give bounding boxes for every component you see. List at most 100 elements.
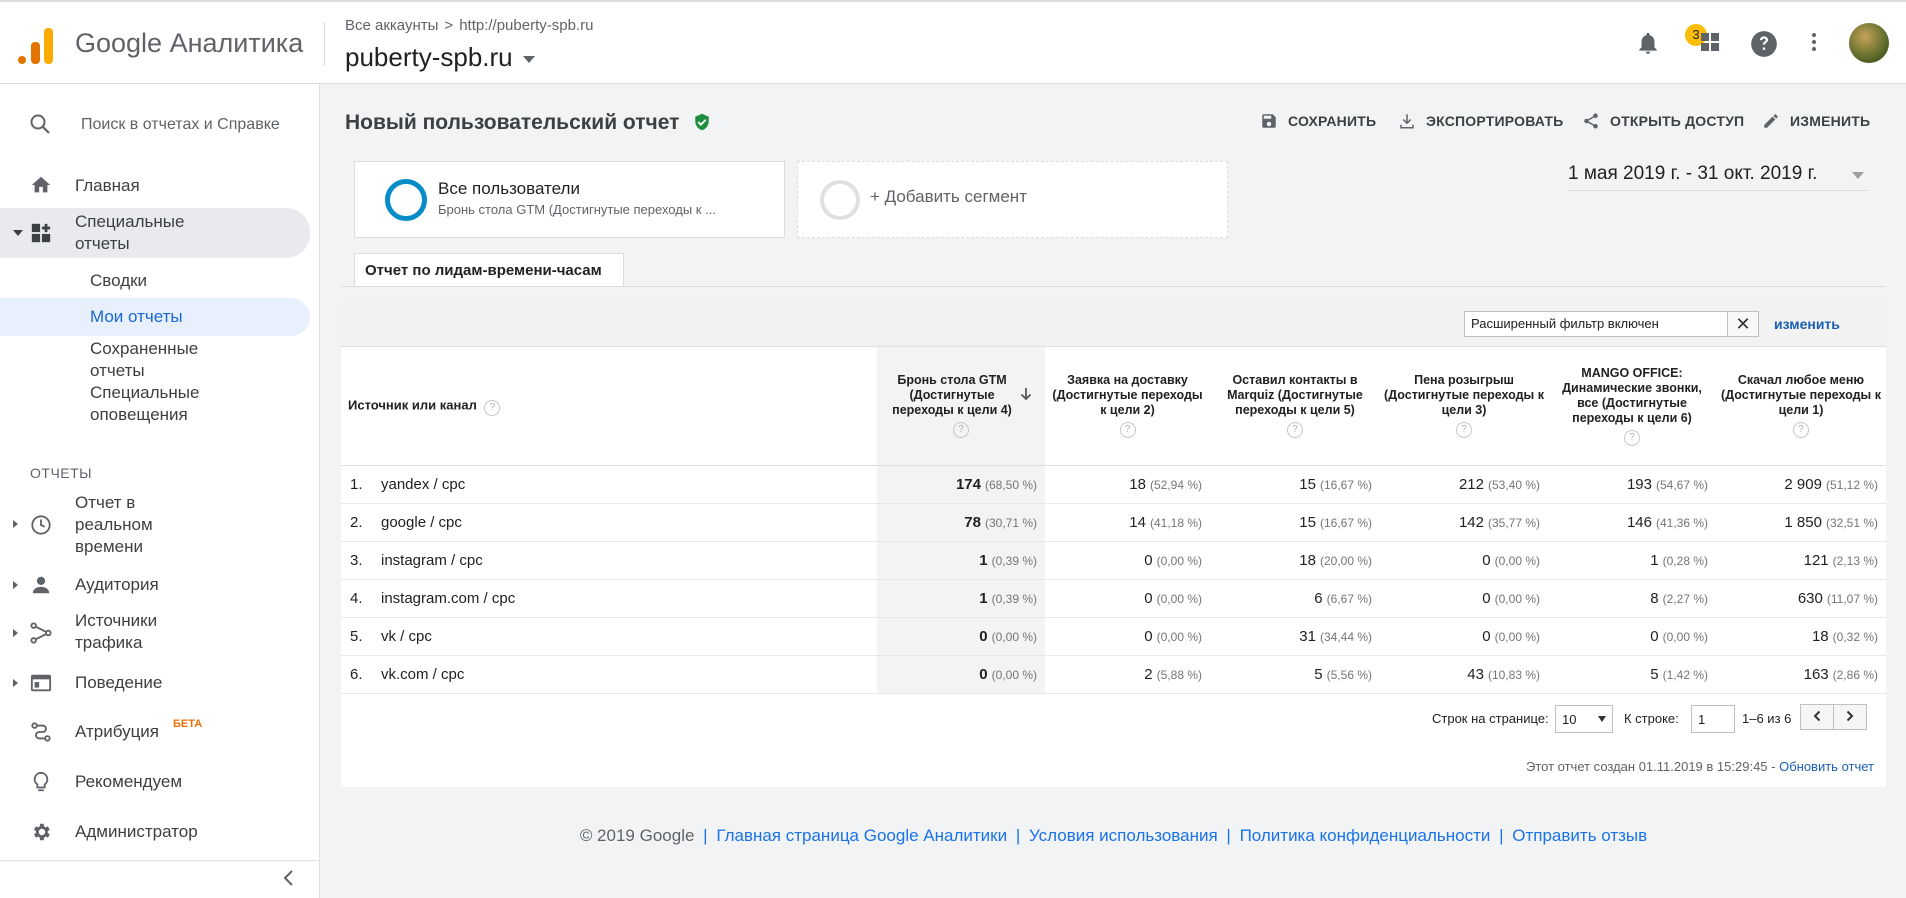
sidebar-subitem-summaries[interactable]: Сводки [0, 266, 310, 296]
sidebar-subitem-my-reports[interactable]: Мои отчеты [0, 298, 310, 336]
breadcrumb-all-accounts[interactable]: Все аккаунты [345, 17, 438, 34]
help-question-icon[interactable]: ? [1624, 429, 1640, 446]
created-text: Этот отчет создан 01.11.2019 в 15:29:45 … [1525, 759, 1776, 774]
source-medium-link[interactable]: yandex / cpc [381, 476, 465, 493]
row-source-cell: 6. vk.com / cpc [341, 655, 877, 694]
edit-button[interactable]: ИЗМЕНИТЬ [1762, 112, 1870, 133]
column-header-goal1[interactable]: Скачал любое меню (Достигнутые переходы … [1716, 347, 1886, 466]
help-question-icon[interactable]: ? [1793, 422, 1809, 439]
metric-percent: (0,00 %) [1156, 629, 1202, 644]
table-row[interactable]: 3. instagram / cpc 1 (0,39 %) 0 (0,00 %) 18 (20… [341, 541, 1886, 580]
goto-row-label: К строке: [1624, 711, 1679, 726]
acquisition-branch-icon [30, 622, 52, 649]
footer-link-terms[interactable]: Условия использования [1029, 826, 1218, 845]
help-question-icon[interactable]: ? [1456, 422, 1472, 439]
prev-page-button[interactable] [1800, 704, 1834, 730]
footer-link-home[interactable]: Главная страница Google Аналитики [716, 826, 1007, 845]
goto-row-input[interactable]: 1 [1691, 705, 1735, 733]
sidebar-item-attribution[interactable]: Атрибуция БЕТА [0, 712, 320, 752]
sidebar-item-label: Рекомендуем [75, 772, 183, 791]
sidebar-item-acquisition[interactable]: Источники трафика [0, 610, 320, 656]
table-row[interactable]: 4. instagram.com / cpc 1 (0,39 %) 0 (0,00 %) 6… [341, 579, 1886, 618]
column-header-goal5[interactable]: Оставил контакты в Marquiz (Достигнутые … [1210, 347, 1380, 466]
more-vert-icon[interactable] [1800, 30, 1828, 58]
refresh-report-link[interactable]: Обновить отчет [1779, 759, 1874, 774]
column-header-label: Заявка на доставку (Достигнутые переходы… [1052, 373, 1203, 418]
property-selector[interactable]: puberty-spb.ru [345, 42, 535, 73]
column-header-goal3[interactable]: Пена розыгрыш (Достигнутые переходы к це… [1380, 347, 1548, 466]
help-question-icon[interactable]: ? [1119, 422, 1136, 439]
notifications-bell-icon[interactable] [1634, 30, 1662, 58]
chevron-left-icon[interactable] [282, 869, 294, 892]
metric-percent: (34,44 %) [1319, 629, 1372, 644]
table-row[interactable]: 6. vk.com / cpc 0 (0,00 %) 2 (5,88 %) 5 (5,56 %… [341, 655, 1886, 694]
apps-grid-icon[interactable] [1696, 30, 1724, 58]
save-button[interactable]: СОХРАНИТЬ [1260, 112, 1376, 133]
rows-per-page-select[interactable]: 10 [1555, 705, 1613, 733]
analytics-logo-icon[interactable] [18, 24, 54, 64]
help-question-icon[interactable]: ? [1287, 422, 1303, 439]
column-header-label: Скачал любое меню (Достигнутые переходы … [1721, 373, 1881, 418]
metric-cell: 146 (41,36 %) [1548, 503, 1716, 542]
share-button[interactable]: ОТКРЫТЬ ДОСТУП [1582, 112, 1744, 133]
add-segment-button[interactable]: + Добавить сегмент [797, 161, 1228, 238]
row-source-cell: 3. instagram / cpc [341, 541, 877, 580]
help-question-icon[interactable]: ? [484, 399, 501, 416]
tab-lead-report[interactable]: Отчет по лидам-времени-часам [354, 253, 624, 287]
column-header-goal6[interactable]: MANGO OFFICE: Динамические звонки, все (… [1548, 347, 1716, 466]
metric-value: 0 [1144, 627, 1153, 645]
footer-link-feedback[interactable]: Отправить отзыв [1512, 826, 1647, 845]
sidebar-item-behavior[interactable]: Поведение [0, 666, 320, 700]
breadcrumb: Все аккаунты > http://puberty-spb.ru [345, 17, 593, 34]
page-footer: © 2019 Google | Главная страница Google … [579, 826, 1648, 845]
segment-all-users[interactable]: Все пользователи Бронь стола GTM (Достиг… [354, 161, 785, 238]
source-medium-link[interactable]: google / cpc [381, 514, 462, 531]
share-label: ОТКРЫТЬ ДОСТУП [1610, 113, 1745, 130]
metric-value: 0 [1144, 551, 1153, 569]
date-range-text: 1 мая 2019 г. - 31 окт. 2019 г. [1568, 163, 1818, 184]
sidebar-item-realtime[interactable]: Отчет в реальном времени [0, 492, 320, 558]
source-medium-link[interactable]: instagram.com / cpc [381, 590, 515, 607]
metric-percent: (53,40 %) [1487, 477, 1540, 492]
sidebar-item-audience[interactable]: Аудитория [0, 568, 320, 602]
clear-filter-close-icon[interactable]: ✕ [1727, 311, 1759, 337]
sidebar-item-admin[interactable]: Администратор [0, 812, 320, 852]
column-header-goal2[interactable]: Заявка на доставку (Достигнутые переходы… [1045, 347, 1210, 466]
date-range-picker[interactable]: 1 мая 2019 г. - 31 окт. 2019 г. [1568, 163, 1868, 191]
metric-percent: (6,67 %) [1326, 591, 1372, 606]
sidebar-search[interactable]: Поиск в отчетах и Справке [0, 104, 320, 144]
sidebar-item-home[interactable]: Главная [0, 168, 320, 204]
data-table: Источник или канал ? Бронь стола GTM (До… [341, 347, 1886, 694]
help-icon[interactable] [1750, 30, 1778, 58]
filter-edit-link[interactable]: изменить [1774, 316, 1840, 332]
top-header: Google Аналитика Все аккаунты > http://pub… [0, 0, 1906, 84]
search-input[interactable]: Поиск в отчетах и Справке [81, 116, 283, 134]
table-row[interactable]: 5. vk / cpc 0 (0,00 %) 0 (0,00 %) 31 (34,44 %) 0… [341, 617, 1886, 656]
footer-link-privacy[interactable]: Политика конфиденциальности [1240, 826, 1491, 845]
metric-percent: (2,27 %) [1662, 591, 1708, 606]
header-divider [324, 22, 325, 66]
metric-percent: (54,67 %) [1655, 477, 1708, 492]
help-question-icon[interactable]: ? [953, 422, 969, 439]
table-row[interactable]: 2. google / cpc 78 (30,71 %) 14 (41,18 %) 15 (1… [341, 503, 1886, 542]
table-row[interactable]: 1. yandex / cpc 174 (68,50 %) 18 (52,94 %) 15(… [341, 465, 1886, 504]
source-medium-link[interactable]: vk.com / cpc [381, 666, 464, 683]
column-header-source[interactable]: Источник или канал ? [341, 347, 877, 466]
column-header-goal4[interactable]: Бронь стола GTM (Достигнутые переходы к … [877, 347, 1045, 466]
sidebar-item-discover[interactable]: Рекомендуем [0, 762, 320, 802]
sidebar-subitem-saved-reports[interactable]: Сохраненные отчеты [0, 338, 310, 382]
breadcrumb-site[interactable]: http://puberty-spb.ru [459, 17, 593, 34]
next-page-button[interactable] [1833, 704, 1867, 730]
behavior-window-icon [30, 672, 52, 699]
export-button[interactable]: ЭКСПОРТИРОВАТЬ [1398, 112, 1563, 133]
metric-value: 163 [1803, 665, 1829, 683]
advanced-filter-field[interactable]: Расширенный фильтр включен [1464, 311, 1730, 337]
sidebar-item-custom-reports[interactable]: Специальные отчеты [0, 208, 310, 258]
metric-cell: 163 (2,86 %) [1716, 655, 1886, 694]
source-medium-link[interactable]: vk / cpc [381, 628, 432, 645]
brand-name[interactable]: Google Аналитика [75, 28, 303, 59]
source-medium-link[interactable]: instagram / cpc [381, 552, 483, 569]
user-avatar[interactable] [1849, 23, 1889, 63]
sidebar-subitem-custom-alerts[interactable]: Специальные оповещения [0, 382, 310, 426]
property-name: puberty-spb.ru [345, 42, 513, 72]
